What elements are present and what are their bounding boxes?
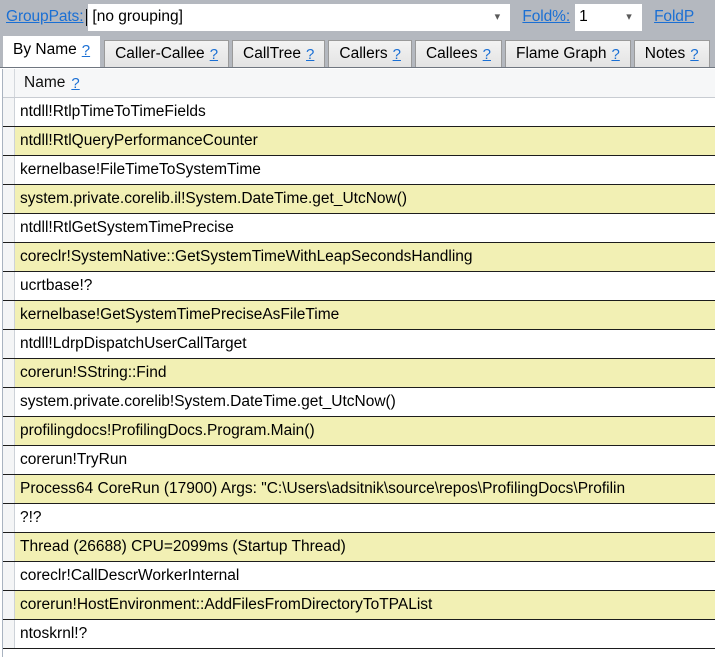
header-gutter xyxy=(3,69,15,97)
grouppats-combobox[interactable]: [no grouping] ▾ xyxy=(86,3,511,31)
row-name-cell: profilingdocs!ProfilingDocs.Program.Main… xyxy=(20,423,315,439)
foldpct-label[interactable]: Fold%: xyxy=(519,8,575,26)
tab-label: By Name xyxy=(13,41,77,58)
tab-flame-graph[interactable]: Flame Graph? xyxy=(505,40,631,67)
row-name-cell: coreclr!SystemNative::GetSystemTimeWithL… xyxy=(20,249,473,265)
row-gutter xyxy=(3,156,15,184)
table-row[interactable]: ntdll!RtlpTimeToTimeFields xyxy=(3,98,715,127)
table-row[interactable]: Thread (26688) CPU=2099ms (Startup Threa… xyxy=(3,533,715,562)
table-row[interactable]: corerun!SString::Find xyxy=(3,359,715,388)
row-name-cell: ntdll!LdrpDispatchUserCallTarget xyxy=(20,336,247,352)
help-link-icon[interactable]: ? xyxy=(306,46,314,63)
tab-calltree[interactable]: CallTree? xyxy=(232,40,326,67)
table-row[interactable]: corerun!TryRun xyxy=(3,446,715,475)
row-gutter xyxy=(3,388,15,416)
byname-grid: Name ? ntdll!RtlpTimeToTimeFields ntdll!R… xyxy=(0,67,715,657)
help-link-icon[interactable]: ? xyxy=(690,46,698,63)
row-gutter xyxy=(3,417,15,445)
row-gutter xyxy=(3,127,15,155)
row-name-cell: coreclr!CallDescrWorkerInternal xyxy=(20,568,240,584)
column-header-name[interactable]: Name ? xyxy=(15,74,715,92)
grid-header-row: Name ? xyxy=(3,69,715,98)
tab-label: CallTree xyxy=(243,45,302,62)
row-name-cell: kernelbase!GetSystemTimePreciseAsFileTim… xyxy=(20,307,340,323)
tab-label: Callers xyxy=(339,45,388,62)
foldpct-value: 1 xyxy=(579,8,588,25)
row-name-cell: ntoskrnl!? xyxy=(20,626,88,642)
row-gutter xyxy=(3,591,15,619)
tab-label: Notes xyxy=(644,45,686,62)
tab-label: Caller-Callee xyxy=(115,45,205,62)
table-row[interactable]: profilingdocs!ProfilingDocs.Program.Main… xyxy=(3,417,715,446)
tab-notes[interactable]: Notes? xyxy=(633,40,710,67)
row-name-cell: corerun!HostEnvironment::AddFilesFromDir… xyxy=(20,597,433,613)
row-name-cell: kernelbase!FileTimeToSystemTime xyxy=(20,162,261,178)
row-name-cell: ?!? xyxy=(20,510,42,526)
row-gutter xyxy=(3,620,15,648)
table-row[interactable]: Process64 CoreRun (17900) Args: "C:\User… xyxy=(3,475,715,504)
table-row[interactable]: kernelbase!GetSystemTimePreciseAsFileTim… xyxy=(3,301,715,330)
table-row[interactable]: ntoskrnl!? xyxy=(3,620,715,649)
tab-by-name[interactable]: By Name? xyxy=(3,36,101,67)
row-name-cell: system.private.corelib!System.DateTime.g… xyxy=(20,394,396,410)
table-row[interactable]: coreclr!SystemNative::GetSystemTimeWithL… xyxy=(3,243,715,272)
row-gutter xyxy=(3,533,15,561)
grid-inner: Name ? ntdll!RtlpTimeToTimeFields ntdll!R… xyxy=(2,69,715,657)
grouppats-label[interactable]: GroupPats: xyxy=(3,8,88,26)
chevron-down-icon[interactable]: ▾ xyxy=(616,11,642,23)
text-cursor xyxy=(86,8,91,26)
row-name-cell: corerun!TryRun xyxy=(20,452,128,468)
row-gutter xyxy=(3,98,15,126)
row-gutter xyxy=(3,330,15,358)
chevron-down-icon[interactable]: ▾ xyxy=(484,11,510,23)
table-row[interactable]: ntdll!RtlQueryPerformanceCounter xyxy=(3,127,715,156)
grid-rows: ntdll!RtlpTimeToTimeFields ntdll!RtlQuery… xyxy=(3,98,715,649)
row-gutter xyxy=(3,562,15,590)
row-name-cell: ntdll!RtlpTimeToTimeFields xyxy=(20,104,206,120)
row-gutter xyxy=(3,243,15,271)
tab-label: Callees xyxy=(425,45,478,62)
table-row[interactable]: ntdll!RtlGetSystemTimePrecise xyxy=(3,214,715,243)
table-row[interactable]: coreclr!CallDescrWorkerInternal xyxy=(3,562,715,591)
row-name-cell: Process64 CoreRun (17900) Args: "C:\User… xyxy=(20,481,626,497)
tab-callers[interactable]: Callers? xyxy=(328,40,412,67)
row-gutter xyxy=(3,272,15,300)
tab-caller-callee[interactable]: Caller-Callee? xyxy=(104,40,230,67)
row-name-cell: corerun!SString::Find xyxy=(20,365,167,381)
row-gutter xyxy=(3,475,15,503)
help-link-icon[interactable]: ? xyxy=(611,46,619,63)
row-name-cell: Thread (26688) CPU=2099ms (Startup Threa… xyxy=(20,539,346,555)
foldpct-combobox[interactable]: 1 ▾ xyxy=(575,3,643,31)
table-row[interactable]: corerun!HostEnvironment::AddFilesFromDir… xyxy=(3,591,715,620)
row-name-cell: system.private.corelib.il!System.DateTim… xyxy=(20,191,408,207)
column-header-name-label: Name xyxy=(24,74,66,91)
row-name-cell: ntdll!RtlGetSystemTimePrecise xyxy=(20,220,234,236)
tab-callees[interactable]: Callees? xyxy=(414,40,502,67)
help-link-icon[interactable]: ? xyxy=(82,42,90,59)
table-row[interactable]: ucrtbase!? xyxy=(3,272,715,301)
row-gutter xyxy=(3,214,15,242)
row-name-cell: ucrtbase!? xyxy=(20,278,93,294)
table-row[interactable]: system.private.corelib!System.DateTime.g… xyxy=(3,388,715,417)
row-gutter xyxy=(3,301,15,329)
grouppats-value: [no grouping] xyxy=(92,8,183,25)
tab-bar: By Name? Caller-Callee? CallTree? Callers? C… xyxy=(0,34,715,67)
row-gutter xyxy=(3,446,15,474)
tab-label: Flame Graph xyxy=(516,45,607,62)
table-row[interactable]: kernelbase!FileTimeToSystemTime xyxy=(3,156,715,185)
table-row[interactable]: system.private.corelib.il!System.DateTim… xyxy=(3,185,715,214)
foldpats-label[interactable]: FoldP xyxy=(651,8,699,26)
row-name-cell: ntdll!RtlQueryPerformanceCounter xyxy=(20,133,258,149)
row-gutter xyxy=(3,185,15,213)
help-link-icon[interactable]: ? xyxy=(483,46,491,63)
table-row[interactable]: ?!? xyxy=(3,504,715,533)
help-link-icon[interactable]: ? xyxy=(393,46,401,63)
row-gutter xyxy=(3,504,15,532)
help-link-icon[interactable]: ? xyxy=(210,46,218,63)
toolbar: GroupPats: [no grouping] ▾ Fold%: 1 ▾ Fo… xyxy=(0,0,715,34)
row-gutter xyxy=(3,359,15,387)
help-link-icon[interactable]: ? xyxy=(71,75,79,92)
table-row[interactable]: ntdll!LdrpDispatchUserCallTarget xyxy=(3,330,715,359)
